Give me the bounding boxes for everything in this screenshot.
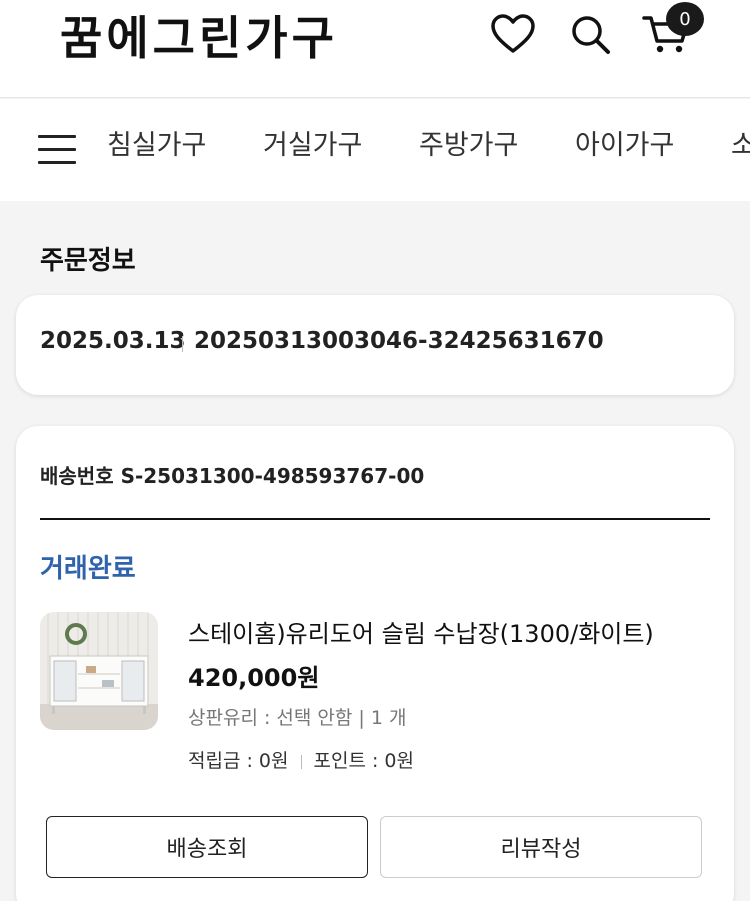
reward-points: 적립금 : 0원 포인트 : 0원 <box>188 746 414 773</box>
divider <box>300 754 302 769</box>
category-nav: 침실가구 거실가구 주방가구 아이가구 소 <box>0 99 750 201</box>
menu-icon[interactable] <box>38 135 76 165</box>
nav-item-bedroom[interactable]: 침실가구 <box>107 129 206 163</box>
product-image[interactable] <box>40 612 158 730</box>
search-icon[interactable] <box>566 10 614 58</box>
points-amount: 포인트 : 0원 <box>313 750 415 772</box>
nav-item-living[interactable]: 거실가구 <box>263 129 362 163</box>
product-price: 420,000원 <box>188 664 320 692</box>
order-date: 2025.03.13 <box>40 328 186 354</box>
nav-item-more[interactable]: 소 <box>731 129 750 163</box>
product-options: 상판유리 : 선택 안함 | 1 개 <box>188 707 407 729</box>
product-name[interactable]: 스테이홈)유리도어 슬림 수납장(1300/화이트) <box>188 614 654 649</box>
cart-count-badge: 0 <box>666 2 704 36</box>
nav-item-kitchen[interactable]: 주방가구 <box>419 129 518 163</box>
header: 꿈에그린가구 0 <box>0 0 750 98</box>
divider <box>40 518 710 520</box>
logo[interactable]: 꿈에그린가구 <box>60 10 338 66</box>
order-summary-card: 2025.03.13 20250313003046-32425631670 <box>16 295 734 395</box>
divider <box>182 336 183 352</box>
order-number: 20250313003046-32425631670 <box>194 328 604 354</box>
write-review-button[interactable]: 리뷰작성 <box>380 816 702 878</box>
order-info-title: 주문정보 <box>40 246 136 276</box>
shipping-number: 배송번호 S-25031300-498593767-00 <box>40 464 425 488</box>
nav-item-kids[interactable]: 아이가구 <box>575 129 674 163</box>
reward-amount: 적립금 : 0원 <box>188 750 289 772</box>
shipment-card: 배송번호 S-25031300-498593767-00 거래완료 스테이홈)유… <box>16 426 734 901</box>
order-status: 거래완료 <box>40 554 136 584</box>
heart-icon[interactable] <box>489 10 537 58</box>
track-shipment-button[interactable]: 배송조회 <box>46 816 368 878</box>
